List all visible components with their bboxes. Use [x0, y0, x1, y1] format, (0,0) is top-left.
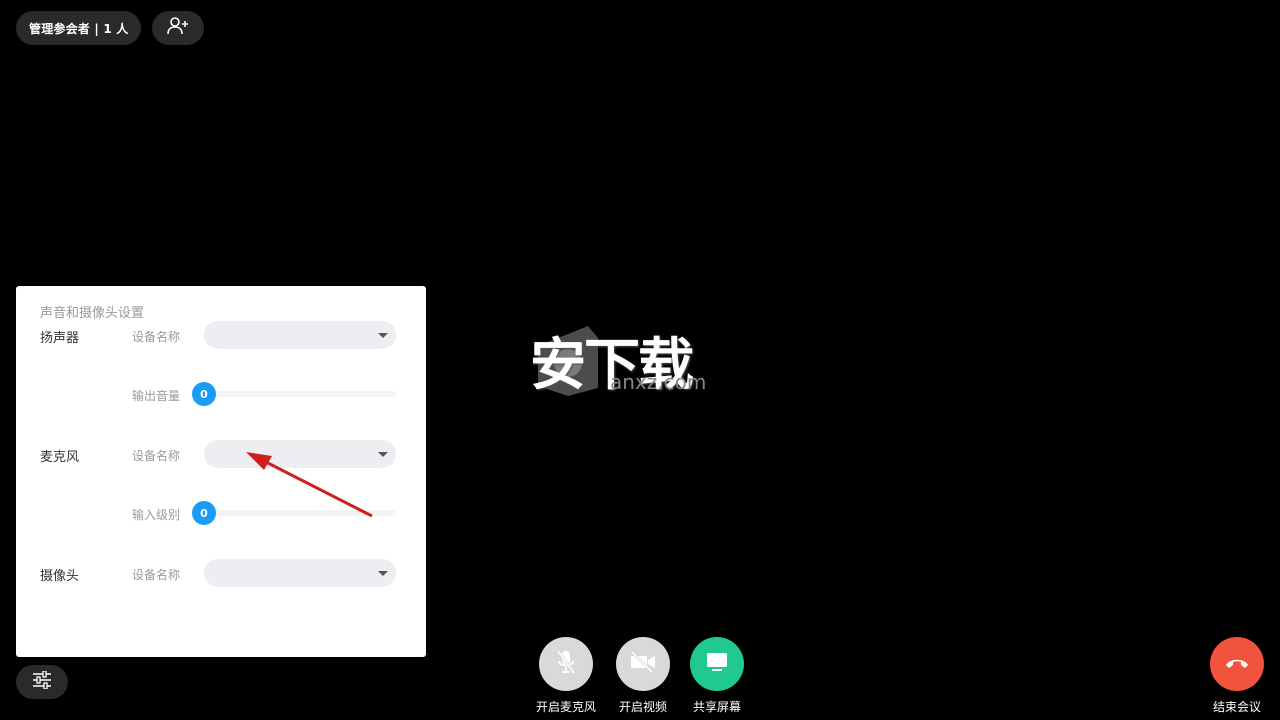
mic-button-label: 开启麦克风 — [535, 700, 596, 714]
share-button-circle[interactable] — [690, 637, 744, 691]
toggle-mic-button[interactable]: 开启麦克风 — [526, 637, 606, 715]
end-button-label: 结束会议 — [1212, 700, 1261, 714]
share-screen-button[interactable]: 共享屏幕 — [677, 637, 757, 715]
video-button-label: 开启视频 — [618, 700, 667, 714]
mic-off-icon — [555, 649, 577, 679]
video-off-icon — [629, 650, 657, 677]
settings-toggle-button[interactable] — [16, 665, 68, 699]
toggle-video-button[interactable]: 开启视频 — [603, 637, 683, 715]
watermark-sub-text: anxz.com — [610, 370, 707, 394]
end-button-circle[interactable] — [1210, 637, 1264, 691]
hang-up-icon — [1224, 655, 1250, 674]
end-meeting-button[interactable]: 结束会议 — [1197, 637, 1277, 715]
sliders-icon — [31, 670, 53, 693]
mic-button-circle[interactable] — [539, 637, 593, 691]
watermark-logo: 安下载 anxz.com — [528, 318, 758, 408]
share-button-label: 共享屏幕 — [692, 700, 741, 714]
monitor-icon — [705, 651, 729, 677]
video-button-circle[interactable] — [616, 637, 670, 691]
